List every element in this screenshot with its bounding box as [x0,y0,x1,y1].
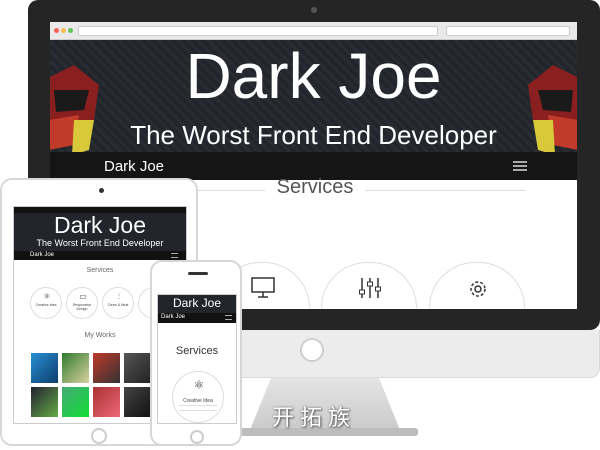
close-dot-icon[interactable] [54,28,59,33]
hero-subtitle: The Worst Front End Developer [130,120,497,150]
phone-hero-title: Dark Joe [172,296,222,310]
atom-icon: ⚛ [193,378,205,392]
work-thumb-8[interactable] [124,387,151,417]
work-thumb-1[interactable] [31,353,58,383]
services-heading: Services [276,176,354,198]
maximize-dot-icon[interactable] [68,28,73,33]
work-thumb-3[interactable] [93,353,120,383]
tablet-hero: Dark Joe The Worst Front End Developer [14,213,186,251]
atom-icon: ⚛ [43,292,51,301]
tablet-service-3[interactable]: ⫶ Clean & Neat [102,287,134,319]
hamburger-menu-icon[interactable] [513,161,527,171]
monitor-icon [251,277,275,298]
monitor-power-button [300,338,324,362]
responsive-showcase: Dark Joe The Worst Front End Developer D… [0,0,600,450]
tablet-service-2-label: Responsive Design [72,303,92,311]
nav-brand[interactable]: Dark Joe [104,158,164,175]
phone-services-heading: Services [175,345,219,357]
monitor-icon: ▭ [79,292,87,301]
phone-hero: Dark Joe [158,295,236,313]
phone-screen: Dark Joe Dark Joe Services ⚛ Creative Id… [157,294,237,424]
tablet-hero-title: Dark Joe [53,213,147,238]
tablet-home-button [91,428,107,444]
hero-title: Dark Joe [185,40,442,112]
tablet-nav-brand[interactable]: Dark Joe [30,252,54,258]
work-thumb-4[interactable] [124,353,151,383]
work-thumb-5[interactable] [31,387,58,417]
sliders-icon: ⫶ [118,292,120,301]
tablet-service-3-label: Clean & Neat [107,303,129,307]
hero-banner: Dark Joe The Worst Front End Developer [50,40,577,152]
tablet-service-1[interactable]: ⚛ Creative Idea [30,287,62,319]
browser-search-bar[interactable] [446,26,570,36]
tablet-navbar: Dark Joe [14,251,186,260]
address-bar[interactable] [78,26,438,36]
phone-navbar: Dark Joe [158,313,236,323]
work-thumb-2[interactable] [62,353,89,383]
tablet-camera [99,188,104,193]
tablet-service-2[interactable]: ▭ Responsive Design [66,287,98,319]
work-thumb-7[interactable] [93,387,120,417]
tablet-hamburger-icon[interactable] [171,253,178,258]
gear-icon [470,281,486,297]
tablet-hero-subtitle: The Worst Front End Developer [36,238,164,248]
phone-service-description [179,405,217,411]
tablet-service-1-label: Creative Idea [35,303,57,307]
phone-device: Dark Joe Dark Joe Services ⚛ Creative Id… [150,260,242,446]
browser-chrome [50,22,577,40]
phone-home-button [190,430,204,444]
monitor-camera [311,7,317,13]
sliders-icon [359,278,381,298]
minimize-dot-icon[interactable] [61,28,66,33]
phone-nav-brand[interactable]: Dark Joe [161,314,185,320]
watermark-text: 开拓族 [272,406,357,431]
phone-speaker [188,272,208,275]
services-rule-right [365,190,525,191]
phone-hamburger-icon[interactable] [225,315,232,320]
phone-service-label: Creative Idea [183,398,213,404]
phone-service-circle[interactable]: ⚛ Creative Idea [172,371,224,423]
work-thumb-6[interactable] [62,387,89,417]
